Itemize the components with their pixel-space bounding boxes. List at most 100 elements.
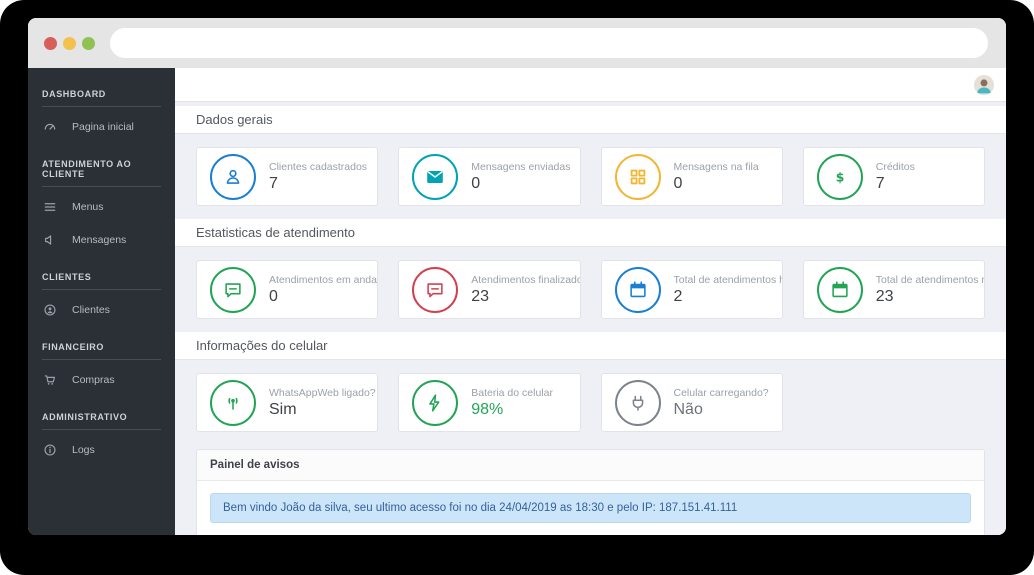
chat-icon (412, 267, 458, 313)
stat-card-row: Atendimentos em andamento 0 Atendimentos f… (175, 247, 1006, 332)
stat-card-label: Mensagens na fila (674, 161, 759, 173)
stat-card: Total de atendimentos no mês 23 (803, 260, 985, 319)
user-avatar[interactable] (974, 75, 994, 95)
sidebar-section: DASHBOARD Pagina inicial (28, 80, 175, 143)
minimize-window-button[interactable] (63, 37, 76, 50)
stat-card-value: 0 (471, 175, 570, 193)
stat-card-text: Atendimentos finalizados 23 (471, 274, 579, 306)
user-icon (210, 154, 256, 200)
close-window-button[interactable] (44, 37, 57, 50)
info-circle-icon (42, 442, 57, 457)
stat-card: Clientes cadastrados7 (196, 147, 378, 206)
cart-icon (42, 372, 57, 387)
browser-chrome (28, 18, 1006, 68)
stat-card-value: 23 (471, 288, 579, 306)
calendar-icon (817, 267, 863, 313)
stat-card-row: WhatsAppWeb ligado? Sim Bateria do celular… (175, 360, 1006, 445)
stat-card-label: Créditos (876, 161, 915, 173)
sidebar-item-menus[interactable]: Menus (28, 190, 175, 223)
antenna-icon (210, 380, 256, 426)
stat-card: Celular carregando? Não (601, 373, 783, 432)
megaphone-icon (42, 232, 57, 247)
stat-card-value: 7 (876, 175, 915, 193)
section-title: Informações do celular (175, 332, 1006, 360)
sidebar-item-pagina-inicial[interactable]: Pagina inicial (28, 110, 175, 143)
top-navbar (175, 68, 1006, 102)
stat-card-text: Créditos 7 (876, 161, 915, 193)
stat-card-text: Total de atendimentos no mês 23 (876, 274, 984, 306)
sidebar-item-clientes[interactable]: Clientes (28, 293, 175, 326)
sidebar-section: FINANCEIRO Compras (28, 333, 175, 396)
stat-card-label: Total de atendimentos hoje (674, 274, 782, 286)
stat-card-label: Total de atendimentos no mês (876, 274, 984, 286)
stat-card-text: Atendimentos em andamento 0 (269, 274, 377, 306)
sidebar-section-heading: ADMINISTRATIVO (28, 403, 175, 428)
plug-icon (615, 380, 661, 426)
stat-card-text: Clientes cadastrados7 (269, 161, 367, 193)
stat-card-text: Mensagens na fila 0 (674, 161, 759, 193)
avatar-person-icon (974, 75, 994, 95)
stat-card-value: 0 (674, 175, 759, 193)
stat-card: Mensagens na fila 0 (601, 147, 783, 206)
bolt-icon (412, 380, 458, 426)
notice-panel-title: Painel de avisos (197, 450, 984, 481)
stat-card-label: Atendimentos em andamento (269, 274, 377, 286)
user-circle-icon (42, 302, 57, 317)
section-title: Dados gerais (175, 106, 1006, 134)
stat-card-text: Mensagens enviadas0 (471, 161, 570, 193)
maximize-window-button[interactable] (82, 37, 95, 50)
stat-card: $ Créditos 7 (803, 147, 985, 206)
stat-card-text: Bateria do celular98% (471, 387, 553, 419)
stat-card: Total de atendimentos hoje 2 (601, 260, 783, 319)
stat-card-text: WhatsAppWeb ligado? Sim (269, 387, 376, 419)
stat-card-value: 0 (269, 288, 377, 306)
dollar-icon: $ (817, 154, 863, 200)
sidebar-divider (42, 186, 161, 187)
stat-card: Atendimentos em andamento 0 (196, 260, 378, 319)
sidebar-section: ATENDIMENTO AO CLIENTEMenusMensagens (28, 150, 175, 256)
stat-card-label: Atendimentos finalizados (471, 274, 579, 286)
envelope-icon (412, 154, 458, 200)
welcome-alert: Bem vindo João da silva, seu ultimo aces… (210, 493, 971, 523)
stat-card-row: Clientes cadastrados7 Mensagens enviadas0… (175, 134, 1006, 219)
stat-card: Atendimentos finalizados 23 (398, 260, 580, 319)
stat-card-label: Celular carregando? (674, 387, 769, 399)
stat-card-value: Sim (269, 401, 376, 419)
sidebar-section-heading: FINANCEIRO (28, 333, 175, 358)
stat-card-value: 2 (674, 288, 782, 306)
stat-card-value: Não (674, 401, 769, 419)
stat-card: Mensagens enviadas0 (398, 147, 580, 206)
stat-card: Bateria do celular98% (398, 373, 580, 432)
sidebar-item-logs[interactable]: Logs (28, 433, 175, 466)
sidebar-sections: DASHBOARDPagina inicialATENDIMENTO AO CL… (28, 80, 175, 466)
sidebar-item-label: Clientes (72, 304, 110, 316)
sidebar-item-mensagens[interactable]: Mensagens (28, 223, 175, 256)
stat-sections: Dados gerais Clientes cadastrados7 Mensage… (175, 106, 1006, 445)
sidebar-divider (42, 429, 161, 430)
url-bar[interactable] (110, 28, 988, 58)
browser-window: DASHBOARDPagina inicialATENDIMENTO AO CL… (28, 18, 1006, 535)
sidebar-divider (42, 289, 161, 290)
grid-icon (615, 154, 661, 200)
sidebar-divider (42, 359, 161, 360)
app-root: DASHBOARDPagina inicialATENDIMENTO AO CL… (28, 68, 1006, 535)
sidebar-item-label: Pagina inicial (72, 121, 134, 133)
sidebar-section: CLIENTES Clientes (28, 263, 175, 326)
sidebar-item-compras[interactable]: Compras (28, 363, 175, 396)
notice-panel: Painel de avisos Bem vindo João da silva… (196, 449, 985, 535)
sidebar: DASHBOARDPagina inicialATENDIMENTO AO CL… (28, 68, 175, 535)
traffic-lights (28, 37, 95, 50)
stat-card-label: WhatsAppWeb ligado? (269, 387, 376, 399)
svg-text:$: $ (835, 170, 844, 184)
sidebar-item-label: Menus (72, 201, 104, 213)
stat-card-value: 98% (471, 401, 553, 419)
device-frame: DASHBOARDPagina inicialATENDIMENTO AO CL… (0, 0, 1034, 575)
stat-card: WhatsAppWeb ligado? Sim (196, 373, 378, 432)
sidebar-section-heading: DASHBOARD (28, 80, 175, 105)
stat-card-value: 23 (876, 288, 984, 306)
sidebar-section-heading: CLIENTES (28, 263, 175, 288)
main-area: Dados gerais Clientes cadastrados7 Mensage… (175, 68, 1006, 535)
stat-card-text: Total de atendimentos hoje 2 (674, 274, 782, 306)
speedometer-icon (42, 119, 57, 134)
section-title: Estatisticas de atendimento (175, 219, 1006, 247)
